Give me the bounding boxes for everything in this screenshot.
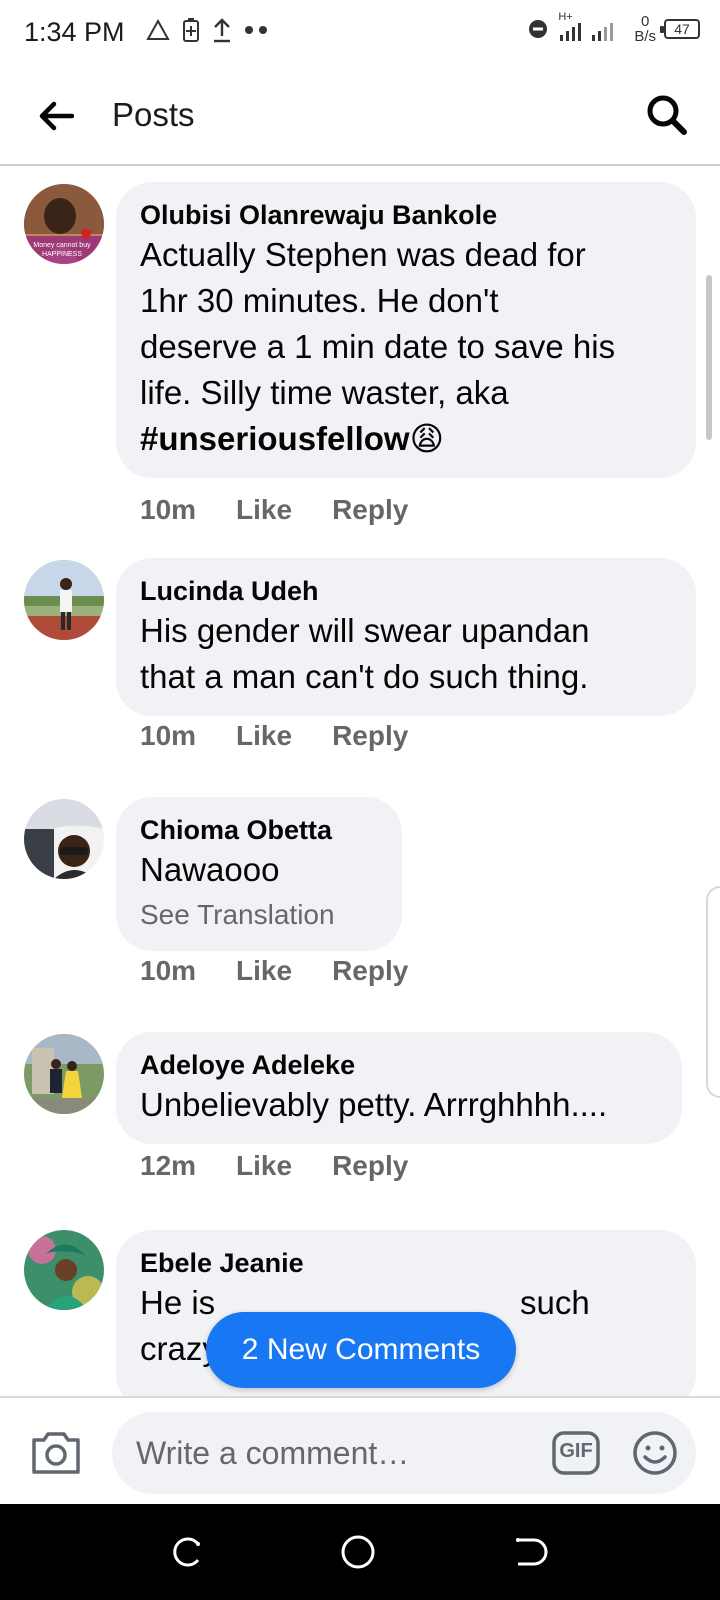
status-right: H+ 0 B/s 47 (528, 11, 700, 45)
avatar[interactable] (24, 1230, 104, 1310)
comment-time[interactable]: 10m (140, 720, 196, 752)
comment-input[interactable] (112, 1412, 696, 1494)
avatar[interactable] (24, 560, 104, 640)
back-nav-button[interactable] (512, 1534, 548, 1570)
comment-time[interactable]: 10m (140, 955, 196, 987)
comment-text: Actually Stephen was dead for 1hr 30 min… (140, 236, 616, 457)
comment-author[interactable]: Ebele Jeanie (140, 1246, 672, 1280)
battery-saver-icon (183, 18, 199, 42)
comment-actions: 10m Like Reply (140, 720, 408, 752)
edge-panel-handle[interactable] (706, 886, 720, 1098)
comment-actions: 10m Like Reply (140, 955, 408, 987)
comment-bubble[interactable]: Chioma Obetta Nawaooo See Translation (116, 797, 402, 951)
gif-button[interactable]: GIF (552, 1430, 600, 1476)
emoji-button[interactable] (632, 1430, 678, 1476)
status-time: 1:34 PM (24, 17, 125, 47)
comment-bubble[interactable]: Olubisi Olanrewaju Bankole Actually Step… (116, 182, 696, 478)
search-icon (647, 95, 687, 135)
upload-icon (214, 18, 230, 43)
comment-text: His gender will swear upandan that a man… (140, 612, 590, 695)
avatar[interactable] (24, 1034, 104, 1114)
smiley-icon (633, 1431, 677, 1475)
comment-actions: 12m Like Reply (140, 1150, 408, 1182)
app-header: Posts (0, 64, 720, 166)
notification-icons (146, 17, 270, 43)
arrow-left-icon (39, 101, 74, 131)
avatar-caption: Money cannot buy (33, 242, 91, 249)
more-notifications-icon (245, 26, 267, 34)
comment-text: Unbelievably petty. Arrrghhhh.... (140, 1086, 608, 1123)
comments-list[interactable]: Money cannot buy HAPPINESS Olubisi Olanr… (0, 166, 720, 1396)
comment-time[interactable]: 12m (140, 1150, 196, 1182)
like-button[interactable]: Like (236, 494, 292, 526)
comment-text: Nawaooo (140, 851, 280, 888)
like-button[interactable]: Like (236, 955, 292, 987)
reply-button[interactable]: Reply (332, 955, 408, 987)
gif-label: GIF (559, 1440, 593, 1462)
comment-author[interactable]: Lucinda Udeh (140, 574, 672, 608)
comment-author[interactable]: Olubisi Olanrewaju Bankole (140, 198, 672, 232)
comment-composer: GIF (0, 1396, 720, 1504)
home-button[interactable] (340, 1534, 376, 1570)
dnd-icon (529, 20, 548, 38)
status-bar: 1:34 PM H+ 0 B/s 47 (0, 0, 720, 64)
comment-actions: 10m Like Reply (140, 494, 408, 526)
back-nav-icon (516, 1538, 548, 1566)
net-speed: 0 B/s (634, 13, 656, 45)
new-comments-button[interactable]: 2 New Comments (206, 1312, 516, 1388)
recent-apps-icon (173, 1537, 200, 1567)
hashtag-link[interactable]: #unseriousfellow (140, 420, 410, 457)
comment-author[interactable]: Chioma Obetta (140, 813, 378, 847)
comment-author[interactable]: Adeloye Adeleke (140, 1048, 658, 1082)
signal-icon: H+ (556, 11, 626, 43)
comment-time[interactable]: 10m (140, 494, 196, 526)
scrollbar[interactable] (706, 275, 712, 440)
system-nav-bar (0, 1504, 720, 1600)
reply-button[interactable]: Reply (332, 1150, 408, 1182)
like-button[interactable]: Like (236, 720, 292, 752)
reply-button[interactable]: Reply (332, 494, 408, 526)
warning-icon (146, 18, 170, 40)
weary-face-emoji: 😩 (409, 420, 444, 457)
avatar[interactable]: Money cannot buy HAPPINESS (24, 184, 104, 264)
avatar-caption: HAPPINESS (42, 251, 82, 258)
comment-bubble[interactable]: Adeloye Adeleke Unbelievably petty. Arrr… (116, 1032, 682, 1144)
back-button[interactable] (34, 94, 78, 138)
page-title: Posts (112, 96, 195, 133)
home-circle-icon (341, 1535, 375, 1569)
recent-apps-button[interactable] (168, 1534, 204, 1570)
like-button[interactable]: Like (236, 1150, 292, 1182)
reply-button[interactable]: Reply (332, 720, 408, 752)
avatar[interactable] (24, 799, 104, 879)
battery-icon: 47 (660, 19, 700, 39)
search-button[interactable] (642, 90, 692, 140)
camera-icon (32, 1432, 80, 1474)
see-translation-link[interactable]: See Translation (140, 895, 378, 935)
camera-button[interactable] (30, 1428, 82, 1476)
comment-bubble[interactable]: Lucinda Udeh His gender will swear upand… (116, 558, 696, 716)
